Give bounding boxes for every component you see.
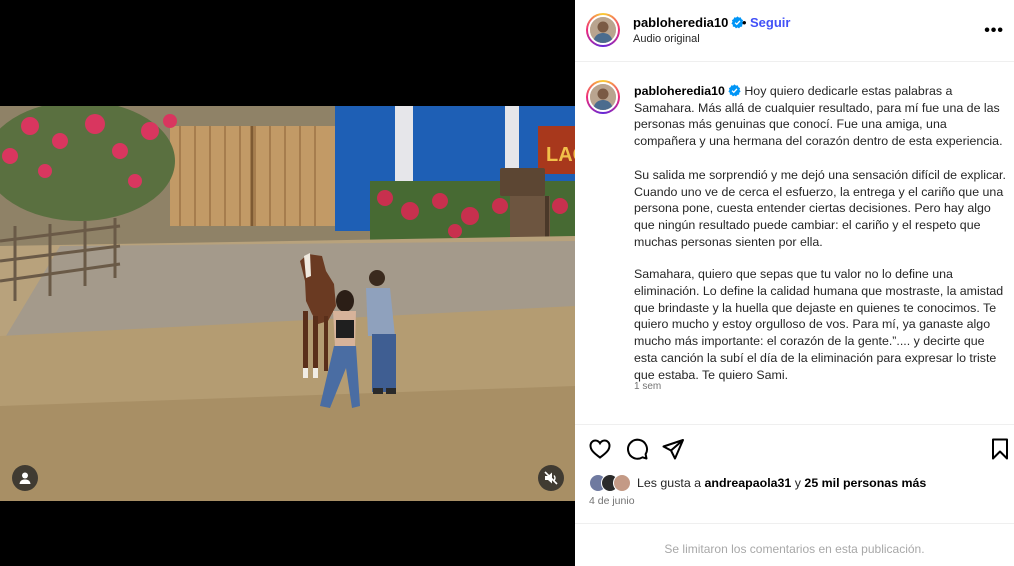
- paper-plane-icon[interactable]: [661, 437, 685, 461]
- caption-username[interactable]: pabloheredia10: [634, 84, 725, 98]
- caption-paragraph-3: Samahara, quiero que sepas que tu valor …: [634, 267, 1004, 382]
- caption-paragraph-2: Su salida me sorprendió y me dejó una se…: [634, 167, 1006, 249]
- user-tag-icon: [19, 472, 31, 484]
- likes-count-link[interactable]: 25 mil personas más: [804, 476, 926, 490]
- action-bar: Les gusta a andreapaola31 y 25 mil perso…: [575, 424, 1014, 523]
- bookmark-icon[interactable]: [988, 437, 1012, 461]
- heart-icon[interactable]: [588, 437, 612, 461]
- mute-toggle-button[interactable]: [538, 465, 564, 491]
- post-timestamp[interactable]: 1 sem: [634, 381, 661, 392]
- comments-limited-notice: Se limitaron los comentarios en esta pub…: [575, 523, 1014, 566]
- post-video[interactable]: LAGRI: [0, 106, 575, 501]
- audio-label[interactable]: Audio original: [633, 33, 700, 45]
- comment-icon[interactable]: [625, 437, 649, 461]
- author-username-text[interactable]: pabloheredia10: [633, 15, 728, 30]
- avatar[interactable]: [586, 80, 620, 114]
- post-details-panel: pabloheredia10 • Seguir Audio original •…: [575, 0, 1014, 566]
- tagged-users-button[interactable]: [12, 465, 38, 491]
- liker-username[interactable]: andreapaola31: [705, 476, 792, 490]
- caption-section: pabloheredia10 Hoy quiero dedicarle esta…: [575, 63, 1014, 424]
- likes-text: Les gusta a andreapaola31 y 25 mil perso…: [637, 476, 926, 490]
- avatar[interactable]: [586, 13, 620, 47]
- separator-dot: •: [742, 15, 747, 30]
- likes-prefix: Les gusta a: [637, 476, 702, 490]
- post-header: pabloheredia10 • Seguir Audio original •…: [575, 0, 1014, 62]
- post-date[interactable]: 4 de junio: [589, 495, 635, 507]
- profile-photo: [590, 17, 616, 43]
- sign-text: LAGRI: [546, 144, 575, 166]
- follow-button[interactable]: Seguir: [750, 15, 790, 30]
- muted-speaker-icon: [544, 471, 558, 485]
- verified-badge-icon: [728, 84, 741, 97]
- video-frame: LAGRI: [0, 106, 575, 501]
- media-viewer: LAGRI: [0, 0, 575, 566]
- profile-photo: [590, 84, 616, 110]
- likes-summary: Les gusta a andreapaola31 y 25 mil perso…: [589, 474, 926, 492]
- caption-text: pabloheredia10 Hoy quiero dedicarle esta…: [634, 83, 1010, 399]
- more-options-icon: •••: [984, 22, 1004, 39]
- likes-connector: y: [794, 476, 801, 490]
- liker-avatar[interactable]: [613, 474, 631, 492]
- more-options-button[interactable]: •••: [984, 22, 1004, 40]
- author-username[interactable]: pabloheredia10: [633, 15, 744, 30]
